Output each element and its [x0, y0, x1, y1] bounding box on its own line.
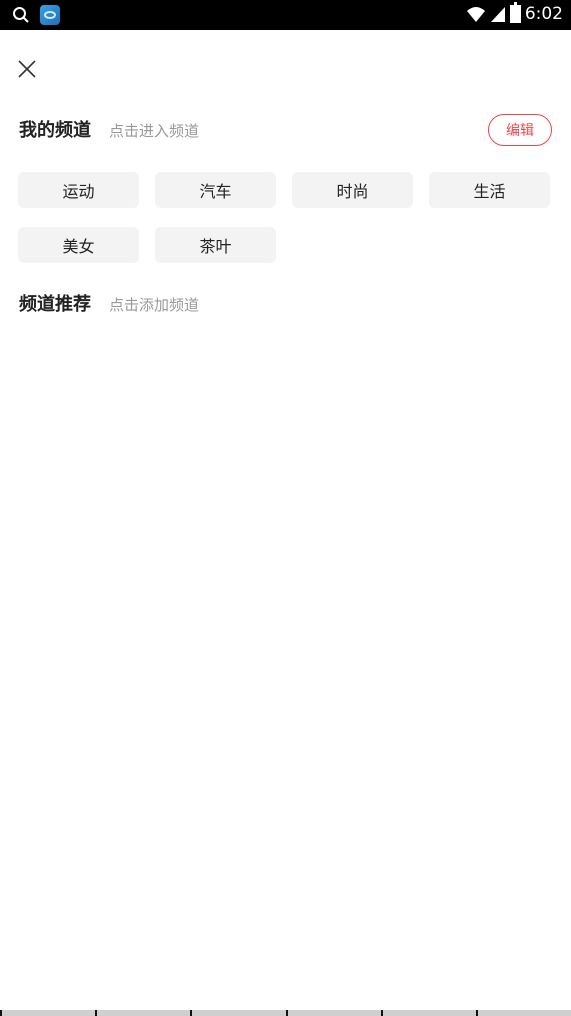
recommended-title: 频道推荐 — [19, 294, 91, 315]
channel-item-sports[interactable]: 运动 — [18, 172, 139, 208]
strip-thumb — [285, 1010, 381, 1016]
wifi-icon — [466, 7, 485, 22]
bottom-app-strip — [0, 1010, 571, 1016]
channel-item-tea[interactable]: 茶叶 — [155, 227, 276, 263]
recommended-hint: 点击添加频道 — [109, 296, 200, 314]
strip-thumb — [95, 1010, 191, 1016]
battery-icon — [509, 2, 521, 23]
signal-icon — [490, 7, 505, 22]
recommended-header: 频道推荐 点击添加频道 — [19, 290, 199, 316]
search-icon — [13, 7, 29, 23]
my-channels-hint: 点击进入频道 — [109, 122, 200, 140]
status-bar-right: 6:02 — [466, 2, 563, 24]
channel-item-cars[interactable]: 汽车 — [155, 172, 276, 208]
app-icon — [40, 5, 60, 25]
status-time: 6:02 — [524, 4, 563, 24]
strip-thumb — [0, 1010, 96, 1016]
channel-item-beauty[interactable]: 美女 — [18, 227, 139, 263]
strip-thumb — [190, 1010, 286, 1016]
channel-item-fashion[interactable]: 时尚 — [292, 172, 413, 208]
strip-thumb — [475, 1010, 571, 1016]
status-bar-left — [12, 5, 60, 25]
status-bar: 6:02 — [0, 0, 571, 30]
close-icon[interactable] — [16, 58, 38, 80]
strip-thumb — [380, 1010, 476, 1016]
channel-item-life[interactable]: 生活 — [429, 172, 550, 208]
edit-button[interactable]: 编辑 — [488, 114, 552, 146]
my-channels-header: 我的频道 点击进入频道 — [19, 116, 199, 142]
my-channels-title: 我的频道 — [19, 120, 91, 141]
